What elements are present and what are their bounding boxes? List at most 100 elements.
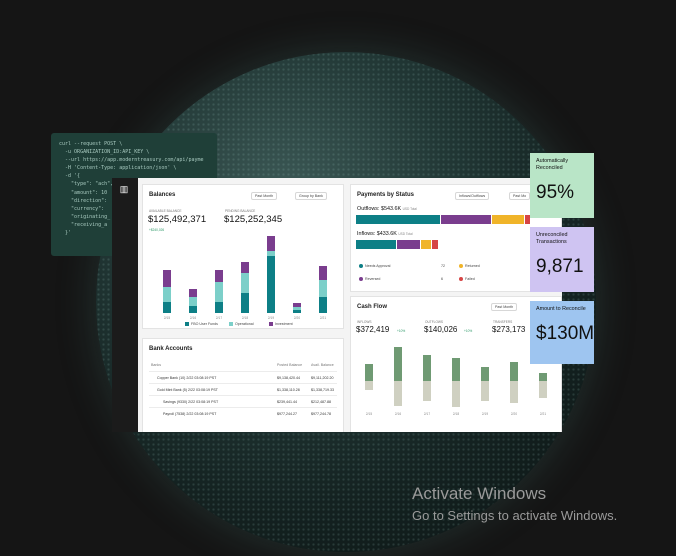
bar-outflows[interactable]: [510, 381, 518, 403]
code-line: --url https://app.moderntreasury.com/api…: [59, 157, 204, 164]
col-posted: Posted Balance: [277, 363, 303, 367]
status-segment[interactable]: [432, 240, 438, 249]
bar-investment[interactable]: [189, 288, 197, 298]
status-dot: [359, 264, 363, 269]
bank-accounts-title: Bank Accounts: [149, 346, 193, 352]
bar-operational[interactable]: [189, 297, 197, 306]
outflows-bar: [356, 215, 556, 224]
col-avail: Avail. Balance: [311, 363, 334, 367]
legend-swatch-investment: [269, 322, 273, 327]
x-tick-label: 2/15: [163, 316, 171, 320]
bank-accounts-card: Bank Accounts Banks Posted Balance Avail…: [142, 338, 344, 432]
balances-card: Balances Past Month Group by Bank Availa…: [142, 184, 344, 329]
x-tick-label: 2/21: [319, 316, 327, 320]
status-returned[interactable]: Returned: [459, 264, 480, 269]
activate-windows-title: Activate Windows: [412, 484, 547, 503]
bar-inflows[interactable]: [423, 354, 431, 381]
bar-investment[interactable]: [319, 266, 327, 281]
bar-outflows[interactable]: [452, 381, 460, 408]
status-segment[interactable]: [421, 240, 431, 249]
bar-operational[interactable]: [163, 287, 171, 302]
inflows-label: Inflows: $433.6K USD Total: [357, 231, 413, 237]
status-label: Failed: [465, 277, 475, 281]
stat-label: Unreconciled Transactions: [536, 232, 568, 245]
x-tick-label: 2/20: [293, 316, 301, 320]
bar-operational[interactable]: [319, 280, 327, 298]
bar-outflows[interactable]: [423, 381, 431, 402]
sidebar-rail: ▥: [112, 178, 138, 432]
bar-inflows[interactable]: [452, 357, 460, 381]
bar-investment[interactable]: [215, 270, 223, 282]
bar-operational[interactable]: [241, 273, 249, 294]
bar-operational[interactable]: [215, 281, 223, 302]
status-segment[interactable]: [356, 215, 440, 224]
inflows-unit: USD Total: [398, 232, 413, 236]
status-segment[interactable]: [492, 215, 524, 224]
bar-fbo-user-funds[interactable]: [293, 310, 301, 313]
legend-swatch-operational: [229, 322, 233, 327]
code-line: -H 'Content-Type: application/json' \: [59, 165, 177, 172]
bar-investment[interactable]: [293, 303, 301, 308]
x-tick-label: 2/15: [365, 412, 373, 416]
posted-balance: $977,244.27: [277, 412, 297, 416]
bank-table-header: Banks Posted Balance Avail. Balance: [149, 359, 337, 371]
bar-operational[interactable]: [267, 250, 275, 257]
bar-operational[interactable]: [293, 307, 301, 311]
bar-investment[interactable]: [163, 270, 171, 288]
status-segment[interactable]: [441, 215, 491, 224]
bar-inflows[interactable]: [365, 363, 373, 381]
status-dot: [459, 277, 463, 282]
inflows-amount: Inflows: $433.6K: [357, 231, 397, 237]
bar-fbo-user-funds[interactable]: [189, 305, 197, 313]
col-banks: Banks: [151, 363, 161, 367]
stat-value: $130M: [536, 323, 595, 344]
payments-title: Payments by Status: [357, 192, 415, 198]
status-needs-approval[interactable]: Needs Approval 72: [359, 264, 445, 269]
bar-inflows[interactable]: [539, 373, 547, 381]
bar-inflows[interactable]: [510, 362, 518, 381]
status-failed[interactable]: Failed: [459, 277, 475, 282]
stat-value: 95%: [536, 182, 575, 203]
bar-outflows[interactable]: [394, 381, 402, 406]
legend-label-investment: Investment: [275, 322, 293, 326]
x-tick-label: 2/16: [394, 412, 402, 416]
status-segment[interactable]: [397, 240, 420, 249]
avail-balance: $1,338,719.33: [311, 388, 334, 392]
legend-operational: Operational: [229, 322, 254, 327]
bar-fbo-user-funds[interactable]: [267, 256, 275, 313]
bar-inflows[interactable]: [394, 346, 402, 381]
bar-fbo-user-funds[interactable]: [241, 293, 249, 313]
bar-outflows[interactable]: [365, 381, 373, 391]
status-label: Returned: [465, 264, 480, 268]
x-tick-label: 2/19: [481, 412, 489, 416]
status-count: 6: [441, 277, 443, 281]
bar-investment[interactable]: [241, 261, 249, 274]
bank-name: Savings (9330) 2/22 03:08:19 PST: [163, 400, 219, 404]
status-label: Needs Approval: [365, 264, 391, 268]
status-reversed[interactable]: Reversed 6: [359, 277, 443, 282]
bar-inflows[interactable]: [481, 367, 489, 381]
balances-chart: 2/15 2/16 2/17 2/18 2/19 2/20 2/21: [143, 185, 343, 328]
stat-label: Amount to Reconcile: [536, 306, 586, 312]
bar-outflows[interactable]: [481, 381, 489, 402]
x-tick-label: 2/17: [423, 412, 431, 416]
status-dot: [459, 264, 463, 269]
code-line: curl --request POST \: [59, 141, 123, 147]
bar-investment[interactable]: [267, 236, 275, 251]
legend-fbo: FBO User Funds: [185, 322, 218, 327]
bank-name: Payroll (7538) 2/22 03:08:19 PST: [163, 412, 217, 416]
bar-fbo-user-funds[interactable]: [319, 297, 327, 313]
activate-windows-subtitle: Go to Settings to activate Windows.: [412, 508, 618, 523]
bar-fbo-user-funds[interactable]: [215, 301, 223, 313]
outflows-unit: USD Total: [402, 207, 417, 211]
bar-fbo-user-funds[interactable]: [163, 301, 171, 313]
payments-period-select[interactable]: Past Mo: [509, 192, 531, 200]
legend-label-fbo: FBO User Funds: [191, 322, 218, 326]
status-segment[interactable]: [356, 240, 396, 249]
bank-name: Copper Bank (10) 2/22 03:08:19 PST: [157, 376, 217, 380]
stat-card: Amount to Reconcile $130M: [530, 301, 594, 364]
payments-filter-select[interactable]: Inflows/Outflows: [455, 192, 490, 200]
bar-outflows[interactable]: [539, 381, 547, 399]
dashboard: ▥ Balances Past Month Group by Bank Avai…: [112, 178, 562, 432]
table-row[interactable]: Payroll (7538) 2/22 03:08:19 PST $977,244…: [149, 407, 337, 420]
